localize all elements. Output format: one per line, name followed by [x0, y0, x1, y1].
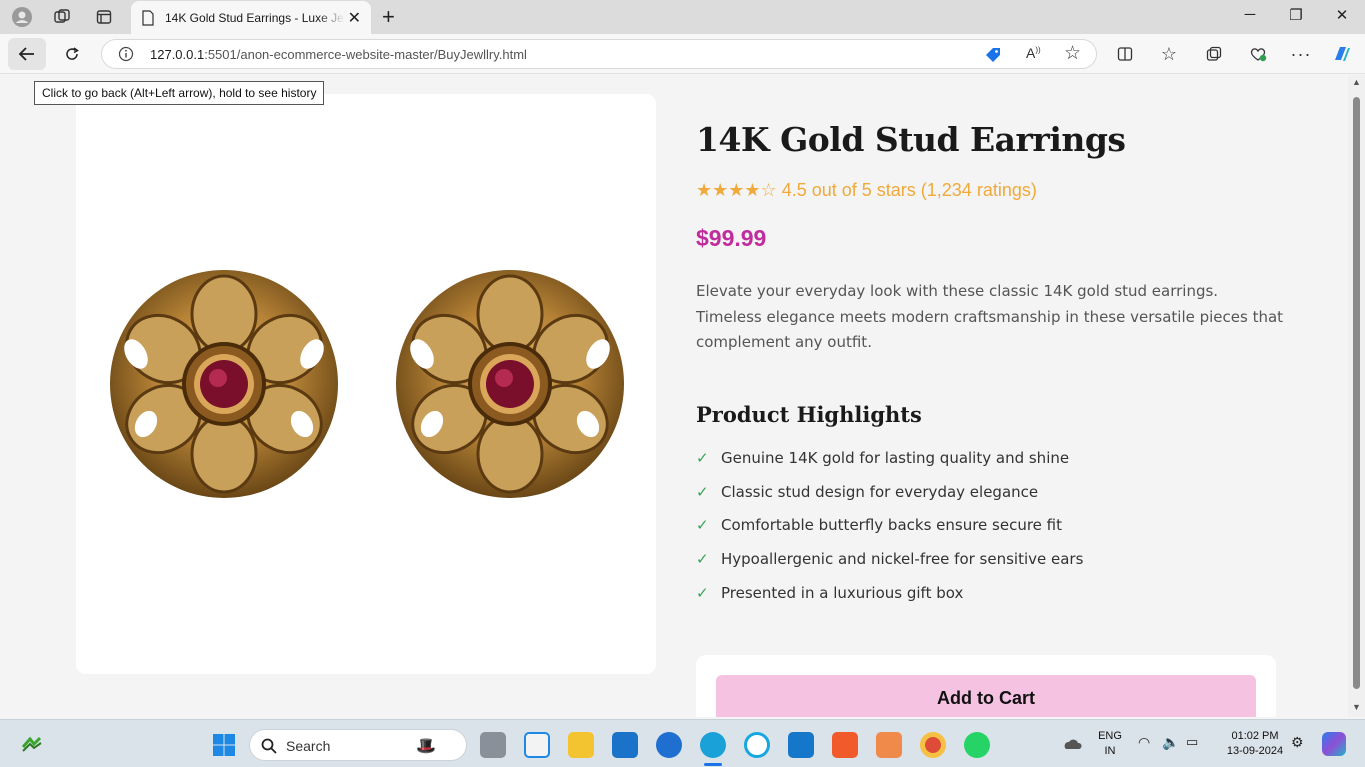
highlight-text: Presented in a luxurious gift box: [721, 583, 964, 602]
highlights-list: ✓ Genuine 14K gold for lasting quality an…: [696, 449, 1083, 617]
battery-icon[interactable]: ▭: [1186, 734, 1198, 750]
highlight-text: Hypoallergenic and nickel-free for sensi…: [721, 550, 1084, 569]
collections-icon[interactable]: [1203, 43, 1225, 65]
app-icon[interactable]: [876, 732, 902, 758]
rating-stars: ★★★★☆: [696, 180, 777, 200]
clock[interactable]: 01:02 PM 13-09-2024: [1222, 730, 1288, 757]
close-window-icon[interactable]: ✕: [1331, 6, 1353, 24]
copilot-taskbar-icon[interactable]: [1322, 732, 1346, 756]
browser-essentials-icon[interactable]: [1247, 43, 1269, 65]
browser-toolbar: 127.0.0.1:5501/anon-ecommerce-website-ma…: [0, 34, 1365, 74]
back-arrow-icon: [18, 47, 34, 61]
product-title: 14K Gold Stud Earrings: [696, 120, 1126, 159]
more-options-icon[interactable]: ···: [1290, 43, 1312, 65]
highlights-heading: Product Highlights: [696, 402, 922, 427]
tab-bar: 14K Gold Stud Earrings - Luxe Jewelry ✕ …: [0, 0, 1365, 34]
whatsapp-icon[interactable]: [964, 732, 990, 758]
highlight-text: Comfortable butterfly backs ensure secur…: [721, 516, 1063, 535]
split-screen-icon[interactable]: [1114, 43, 1136, 65]
wifi-icon[interactable]: ◠: [1138, 734, 1150, 751]
nvidia-icon[interactable]: [21, 735, 43, 753]
brave-icon[interactable]: [832, 732, 858, 758]
volume-icon[interactable]: 🔈: [1162, 734, 1179, 751]
search-icon: [261, 738, 277, 754]
tab-actions-icon[interactable]: [93, 6, 115, 28]
vscode-icon[interactable]: [788, 732, 814, 758]
notification-bell-icon[interactable]: ⚙: [1291, 734, 1304, 751]
help-icon[interactable]: [656, 732, 682, 758]
rating-text: 4.5 out of 5 stars (1,234 ratings): [781, 180, 1037, 200]
region-code: IN: [1104, 745, 1116, 757]
taskbar: Search 🎩 ENG IN ◠ 🔈 ▭ 01:02 PM 13-09-202…: [0, 719, 1365, 767]
product-description: Elevate your everyday look with these cl…: [696, 282, 1284, 351]
check-icon: ✓: [696, 550, 709, 569]
check-icon: ✓: [696, 516, 709, 535]
highlight-item: ✓ Presented in a luxurious gift box: [696, 584, 1083, 618]
check-icon: ✓: [696, 482, 709, 501]
clock-time: 01:02 PM: [1231, 730, 1279, 742]
task-view-icon[interactable]: [480, 732, 506, 758]
highlight-text: Classic stud design for everyday eleganc…: [721, 482, 1039, 501]
restore-icon[interactable]: ❐: [1285, 6, 1307, 24]
read-aloud-icon[interactable]: A)): [1026, 45, 1041, 61]
copilot-icon[interactable]: [1331, 43, 1353, 65]
check-icon: ✓: [696, 583, 709, 602]
profile-icon[interactable]: [11, 6, 33, 28]
onedrive-icon[interactable]: [1062, 738, 1082, 750]
purchase-card: Add to Cart: [696, 655, 1276, 717]
close-tab-icon[interactable]: ✕: [348, 8, 361, 28]
product-price: $99.99: [696, 225, 767, 251]
reload-icon[interactable]: [60, 42, 84, 66]
product-image-card: [76, 94, 656, 674]
search-label: Search: [286, 738, 331, 754]
highlight-item: ✓ Hypoallergenic and nickel-free for sens…: [696, 550, 1083, 584]
tab-title: 14K Gold Stud Earrings - Luxe Jewelry: [165, 10, 345, 25]
back-button-tooltip: Click to go back (Alt+Left arrow), hold …: [34, 81, 325, 105]
favorites-icon[interactable]: ☆: [1158, 43, 1180, 65]
active-app-indicator: [704, 763, 722, 766]
earrings-image: [108, 268, 626, 500]
url-path: :5501/anon-ecommerce-website-master/BuyJ…: [204, 47, 527, 62]
edge-icon[interactable]: [700, 732, 726, 758]
scroll-thumb[interactable]: [1353, 97, 1360, 689]
microsoft-store-icon[interactable]: [524, 732, 550, 758]
page-content: 14K Gold Stud Earrings ★★★★☆ 4.5 out of …: [0, 75, 1348, 717]
cortana-icon[interactable]: [744, 732, 770, 758]
search-highlight-icon: 🎩: [416, 738, 436, 755]
page-icon: [142, 9, 154, 26]
file-explorer-icon[interactable]: [568, 732, 594, 758]
windows-start-icon[interactable]: [212, 733, 236, 757]
shopping-tag-icon[interactable]: [984, 46, 1002, 64]
highlight-text: Genuine 14K gold for lasting quality and…: [721, 449, 1070, 467]
back-button[interactable]: [8, 38, 46, 70]
favorite-star-icon[interactable]: ☆: [1064, 42, 1081, 65]
chrome-icon[interactable]: [920, 732, 946, 758]
myhp-icon[interactable]: [612, 732, 638, 758]
taskbar-search[interactable]: Search 🎩: [249, 729, 467, 761]
scroll-down-icon[interactable]: ▼: [1352, 702, 1361, 712]
url-text: 127.0.0.1:5501/anon-ecommerce-website-ma…: [150, 47, 527, 62]
scroll-up-icon[interactable]: ▲: [1352, 77, 1361, 87]
clock-date: 13-09-2024: [1226, 745, 1284, 757]
active-tab[interactable]: 14K Gold Stud Earrings - Luxe Jewelry ✕: [131, 1, 371, 34]
product-rating: ★★★★☆ 4.5 out of 5 stars (1,234 ratings): [696, 180, 1037, 201]
check-icon: ✓: [696, 449, 709, 467]
workspaces-icon[interactable]: [51, 6, 73, 28]
minimize-icon[interactable]: ─: [1239, 6, 1261, 23]
page-scrollbar[interactable]: ▲ ▼: [1348, 75, 1365, 717]
address-bar[interactable]: 127.0.0.1:5501/anon-ecommerce-website-ma…: [101, 39, 1097, 69]
url-host: 127.0.0.1: [150, 47, 205, 62]
add-to-cart-button[interactable]: Add to Cart: [716, 675, 1256, 717]
highlight-item: ✓ Classic stud design for everyday elegan…: [696, 483, 1083, 517]
site-info-icon[interactable]: [118, 46, 134, 62]
highlight-item: ✓ Genuine 14K gold for lasting quality an…: [696, 449, 1083, 483]
language-code: ENG: [1098, 730, 1122, 742]
highlight-item: ✓ Comfortable butterfly backs ensure secu…: [696, 516, 1083, 550]
language-indicator[interactable]: ENG IN: [1096, 730, 1124, 757]
new-tab-icon[interactable]: +: [382, 4, 395, 30]
